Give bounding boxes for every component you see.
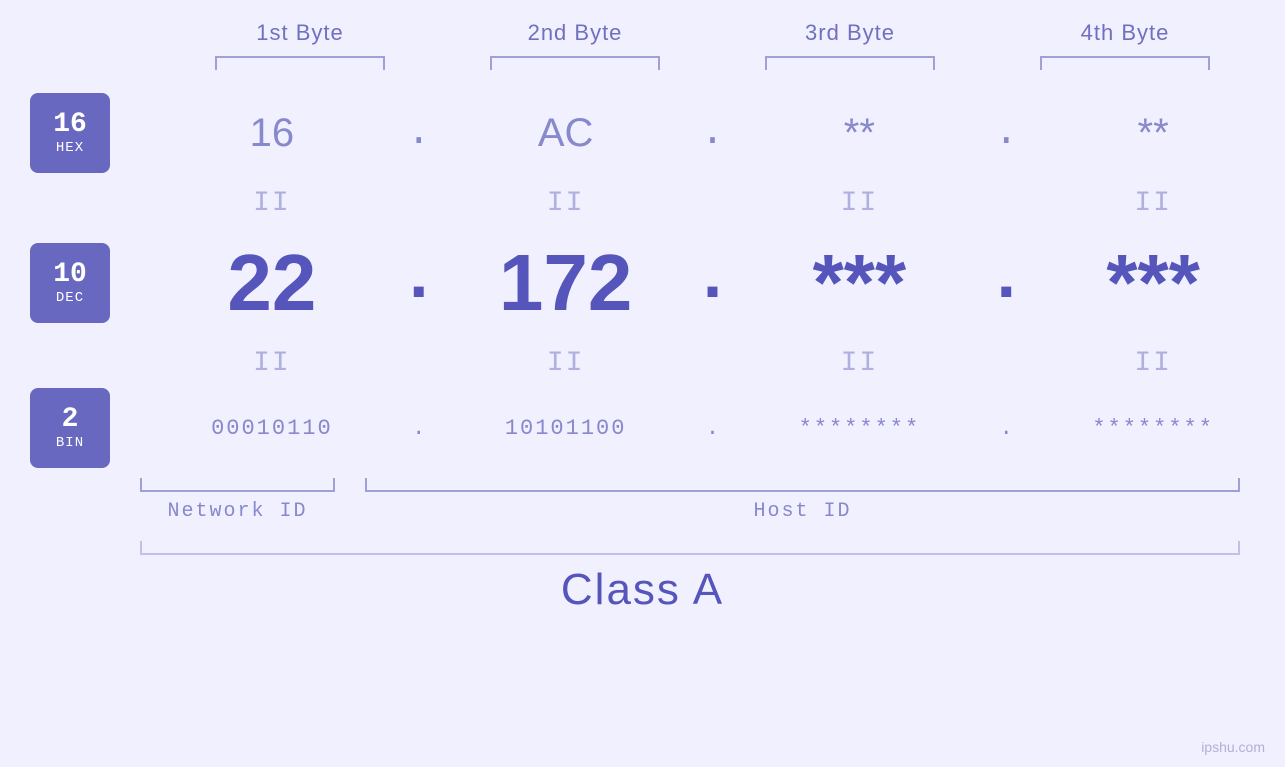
bottom-brackets [140, 478, 1240, 492]
data-rows: 16 . AC . ** . ** II II II II 22 [140, 88, 1285, 468]
bracket-network [140, 478, 335, 492]
dec-dot2: . [698, 240, 728, 327]
byte-headers: 1st Byte 2nd Byte 3rd Byte 4th Byte [163, 20, 1263, 46]
hex-badge-base: HEX [56, 140, 84, 156]
dec-b4: *** [1021, 237, 1285, 329]
hex-badge-num: 16 [53, 110, 87, 141]
dec-badge-num: 10 [53, 260, 87, 291]
bin-b4: ******** [1021, 416, 1285, 441]
bin-b3: ******** [728, 416, 992, 441]
hex-badge-row: 16 HEX [30, 88, 110, 178]
eq1-b4: II [1021, 188, 1285, 219]
byte3-header: 3rd Byte [713, 20, 988, 46]
dec-b2: 172 [434, 237, 698, 329]
dec-badge-row: 10 DEC [30, 228, 110, 338]
dec-badge: 10 DEC [30, 243, 110, 323]
hex-b1: 16 [140, 111, 404, 156]
hex-dot1: . [404, 111, 434, 156]
equals-row-2: II II II II [140, 338, 1285, 388]
byte2-header: 2nd Byte [438, 20, 713, 46]
bin-dot1: . [404, 416, 434, 441]
class-label: Class A [0, 565, 1285, 615]
dec-badge-base: DEC [56, 290, 84, 306]
eq1-b2: II [434, 188, 698, 219]
eq1-b1: II [140, 188, 404, 219]
bin-badge-row: 2 BIN [30, 388, 110, 468]
bin-dot2: . [698, 416, 728, 441]
bin-row: 00010110 . 10101100 . ******** . *******… [140, 388, 1285, 468]
bracket-top-3 [765, 56, 935, 70]
dec-b3: *** [728, 237, 992, 329]
bracket-top-2 [490, 56, 660, 70]
bin-badge-base: BIN [56, 435, 84, 451]
dec-row: 22 . 172 . *** . *** [140, 228, 1285, 338]
bracket-top-4 [1040, 56, 1210, 70]
hex-badge: 16 HEX [30, 93, 110, 173]
hex-b4: ** [1021, 111, 1285, 156]
bracket-host [365, 478, 1240, 492]
host-id-label: Host ID [365, 500, 1240, 523]
eq2-b1: II [140, 348, 404, 379]
eq2-b4: II [1021, 348, 1285, 379]
eq2-b2: II [434, 348, 698, 379]
dec-dot1: . [404, 240, 434, 327]
hex-dot3: . [991, 111, 1021, 156]
network-id-label: Network ID [140, 500, 335, 523]
top-brackets [163, 56, 1263, 70]
bin-badge: 2 BIN [30, 388, 110, 468]
hex-dot2: . [698, 111, 728, 156]
id-labels-row: Network ID Host ID [140, 500, 1240, 523]
bottom-section: Network ID Host ID [0, 478, 1285, 523]
byte4-header: 4th Byte [988, 20, 1263, 46]
dec-b1: 22 [140, 237, 404, 329]
hex-row: 16 . AC . ** . ** [140, 88, 1285, 178]
eq2-b3: II [728, 348, 992, 379]
hex-b2: AC [434, 111, 698, 156]
watermark: ipshu.com [1201, 739, 1265, 755]
class-section: Class A [0, 541, 1285, 615]
equals-row-1: II II II II [140, 178, 1285, 228]
byte1-header: 1st Byte [163, 20, 438, 46]
hex-b3: ** [728, 111, 992, 156]
class-bracket [140, 541, 1240, 555]
labels-column: 16 HEX 10 DEC 2 BIN [0, 88, 140, 468]
main-container: 1st Byte 2nd Byte 3rd Byte 4th Byte 16 H… [0, 0, 1285, 767]
bin-badge-num: 2 [62, 405, 79, 436]
eq1-b3: II [728, 188, 992, 219]
dec-dot3: . [991, 240, 1021, 327]
content-area: 16 HEX 10 DEC 2 BIN [0, 88, 1285, 468]
bin-b2: 10101100 [434, 416, 698, 441]
bin-b1: 00010110 [140, 416, 404, 441]
bracket-top-1 [215, 56, 385, 70]
bin-dot3: . [991, 416, 1021, 441]
